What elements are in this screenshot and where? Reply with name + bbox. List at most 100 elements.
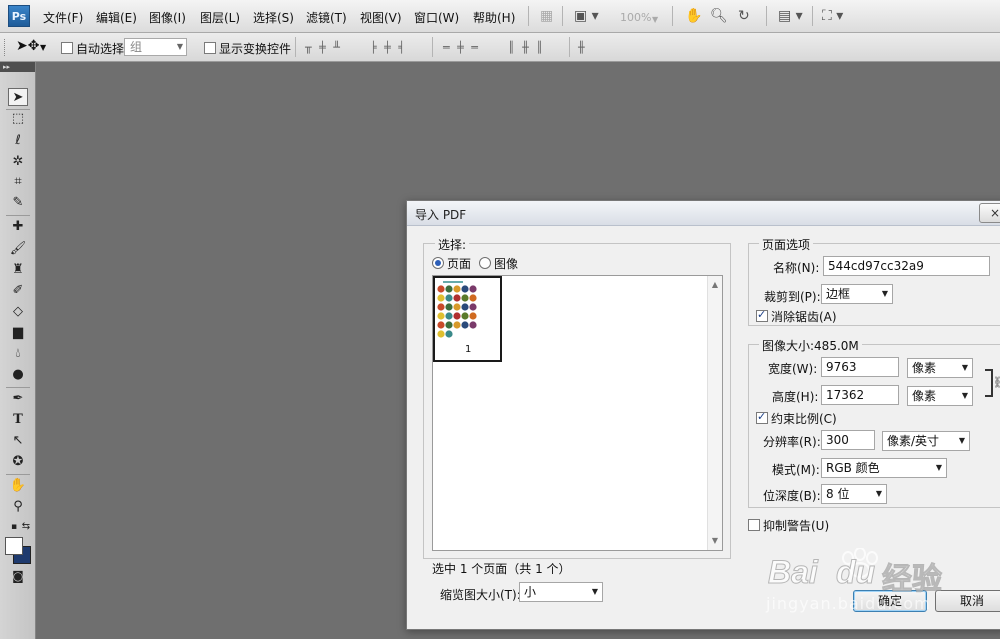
- path-selection-tool-icon[interactable]: ↖: [8, 432, 28, 450]
- menu-file[interactable]: 文件(F): [43, 9, 83, 26]
- width-unit-dropdown[interactable]: 像素 ▼: [907, 358, 973, 378]
- menu-image[interactable]: 图像(I): [149, 9, 186, 26]
- align-top-icons[interactable]: ╥ ╪ ╨: [305, 41, 342, 54]
- clone-stamp-tool-icon[interactable]: ♜: [8, 261, 28, 279]
- height-input[interactable]: 17362: [821, 385, 899, 405]
- auto-select-checkbox[interactable]: 自动选择:: [61, 40, 128, 57]
- checkbox-box[interactable]: [204, 42, 216, 54]
- auto-align-icon[interactable]: ╫: [578, 41, 587, 54]
- bridge-icon[interactable]: ▦: [540, 8, 553, 24]
- checkbox-box[interactable]: [756, 308, 768, 322]
- width-input[interactable]: 9763: [821, 357, 899, 377]
- rotate-view-icon[interactable]: ↻: [738, 8, 750, 24]
- thumbnail-scrollbar[interactable]: ▲ ▼: [707, 276, 722, 550]
- image-size-label: 图像大小:485.0M: [759, 337, 862, 354]
- separator: [766, 6, 767, 26]
- name-label: 名称(N):: [773, 261, 820, 275]
- thumbnail-icon-circle: [445, 330, 453, 338]
- radio-image[interactable]: 图像: [479, 255, 518, 272]
- zoom-tool-icon[interactable]: ⚲: [8, 498, 28, 516]
- panel-grip[interactable]: ▸▸: [0, 62, 35, 72]
- thumb-size-dropdown[interactable]: 小 ▼: [519, 582, 603, 602]
- menu-select[interactable]: 选择(S): [253, 9, 294, 26]
- distribute-top-icons[interactable]: ═ ╪ ═: [443, 41, 480, 54]
- thumbnail-icon-circle: [453, 312, 461, 320]
- blur-tool-icon[interactable]: 💧︎: [8, 345, 28, 363]
- marquee-tool-icon[interactable]: ⬚: [8, 110, 28, 128]
- zoom-level[interactable]: 100%: [620, 10, 651, 26]
- chevron-down-icon[interactable]: ▼: [40, 43, 46, 52]
- checkbox-box[interactable]: [61, 42, 73, 54]
- chevron-down-icon[interactable]: ▼: [652, 12, 658, 28]
- type-tool-icon[interactable]: T: [8, 411, 28, 429]
- menu-filter[interactable]: 滤镜(T): [306, 9, 347, 26]
- swap-colors-icon[interactable]: ⇆: [16, 518, 36, 536]
- menu-layer[interactable]: 图层(L): [200, 9, 240, 26]
- page-thumbnail-list[interactable]: 1 ▲ ▼: [432, 275, 723, 551]
- radio-page[interactable]: 页面: [432, 255, 471, 272]
- menu-help[interactable]: 帮助(H): [473, 9, 515, 26]
- menu-edit[interactable]: 编辑(E): [96, 9, 137, 26]
- close-button[interactable]: ×: [979, 203, 1000, 223]
- dialog-title: 导入 PDF: [415, 208, 467, 222]
- quick-mask-icon[interactable]: ◙: [8, 567, 28, 585]
- height-unit-dropdown[interactable]: 像素 ▼: [907, 386, 973, 406]
- checkbox-box[interactable]: [756, 410, 768, 424]
- screen-layout-icon[interactable]: ▣ ▾: [574, 8, 599, 24]
- radio-button[interactable]: [479, 257, 491, 269]
- scroll-down-icon[interactable]: ▼: [708, 534, 722, 548]
- dialog-titlebar[interactable]: 导入 PDF: [407, 201, 1000, 226]
- separator: [6, 474, 30, 475]
- menu-window[interactable]: 窗口(W): [414, 9, 459, 26]
- depth-dropdown[interactable]: 8 位 ▼: [821, 484, 887, 504]
- name-input[interactable]: 544cd97cc32a9: [823, 256, 990, 276]
- height-unit-value: 像素: [912, 389, 937, 403]
- show-transform-checkbox[interactable]: 显示变换控件: [204, 40, 291, 57]
- history-brush-tool-icon[interactable]: ✐: [8, 282, 28, 300]
- anti-alias-checkbox[interactable]: 消除锯齿(A): [756, 308, 837, 325]
- page-thumbnail[interactable]: 1: [433, 276, 502, 362]
- resolution-input[interactable]: 300: [821, 430, 875, 450]
- menu-view[interactable]: 视图(V): [360, 9, 402, 26]
- screen-mode-icon[interactable]: ⛶ ▾: [822, 8, 843, 24]
- arrange-documents-icon[interactable]: ▤ ▾: [778, 8, 803, 24]
- align-left-icons[interactable]: ╞ ╪ ╡: [370, 41, 407, 54]
- healing-tool-icon[interactable]: ✚: [8, 218, 28, 236]
- thumbnail-icon-circle: [461, 312, 469, 320]
- hand-icon[interactable]: ✋: [685, 8, 702, 24]
- mode-dropdown[interactable]: RGB 颜色 ▼: [821, 458, 947, 478]
- thumbnail-icon-circle: [437, 294, 445, 302]
- gradient-tool-icon[interactable]: ▆: [8, 324, 28, 342]
- resolution-unit-dropdown[interactable]: 像素/英寸 ▼: [882, 431, 970, 451]
- watermark-brand: Bai: [768, 554, 819, 591]
- suppress-warnings-checkbox[interactable]: 抑制警告(U): [748, 517, 829, 534]
- constrain-proportions-checkbox[interactable]: 约束比例(C): [756, 410, 837, 427]
- thumbnail-icon-circle: [469, 285, 477, 293]
- radio-page-label: 页面: [447, 257, 472, 271]
- radio-button[interactable]: [432, 257, 444, 269]
- lasso-tool-icon[interactable]: ℓ: [8, 132, 28, 150]
- zoom-icon[interactable]: 🔍︎: [710, 8, 728, 24]
- brush-tool-icon[interactable]: 🖌︎: [8, 240, 28, 258]
- move-tool-icon[interactable]: ➤✥: [16, 38, 39, 54]
- crop-tool-icon[interactable]: ⌗: [8, 173, 28, 191]
- thumb-size-label: 缩览图大小(T):: [440, 588, 521, 602]
- separator: [812, 6, 813, 26]
- auto-select-dropdown[interactable]: 组 ▼: [124, 38, 187, 56]
- chevron-down-icon: ▼: [875, 489, 882, 498]
- hand-tool-icon[interactable]: ✋: [8, 477, 28, 495]
- checkbox-box[interactable]: [748, 519, 760, 531]
- foreground-color-swatch[interactable]: [5, 537, 23, 555]
- dodge-tool-icon[interactable]: ●: [8, 366, 28, 384]
- magic-wand-tool-icon[interactable]: ✲: [8, 153, 28, 171]
- shape-tool-icon[interactable]: ✪: [8, 453, 28, 471]
- crop-dropdown[interactable]: 边框 ▼: [821, 284, 893, 304]
- thumbnail-icon-circle: [469, 312, 477, 320]
- eraser-tool-icon[interactable]: ◇: [8, 303, 28, 321]
- eyedropper-tool-icon[interactable]: ✎: [8, 194, 28, 212]
- distribute-left-icons[interactable]: ║ ╫ ║: [508, 41, 545, 54]
- move-tool-icon[interactable]: ➤: [8, 88, 28, 106]
- anti-alias-label: 消除锯齿(A): [771, 310, 837, 324]
- pen-tool-icon[interactable]: ✒: [8, 390, 28, 408]
- scroll-up-icon[interactable]: ▲: [708, 278, 722, 292]
